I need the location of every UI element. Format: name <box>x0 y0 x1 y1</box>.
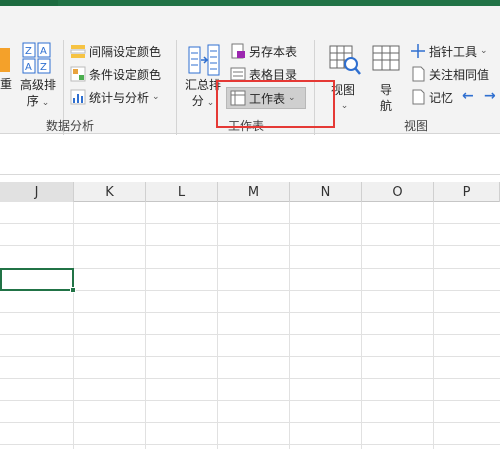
memory-button[interactable]: 记忆 <box>410 86 453 108</box>
svg-text:Z: Z <box>40 62 47 73</box>
stats-analysis-icon <box>70 89 86 105</box>
memory-label: 记忆 <box>429 90 454 105</box>
stats-analysis-label: 统计与分析 <box>89 90 150 105</box>
arrow-left-icon[interactable]: ← <box>462 88 474 104</box>
interval-color-icon <box>70 43 86 59</box>
navigate-icon <box>372 45 400 71</box>
column-header-j[interactable]: J <box>0 182 74 202</box>
annotation-highlight-box <box>216 80 335 128</box>
view-group-label: 视图 <box>404 119 429 133</box>
conditional-color-label: 条件设定颜色 <box>89 67 162 82</box>
svg-text:A: A <box>25 62 32 73</box>
column-headers: J K L M N O P <box>0 182 500 202</box>
save-sheet-label: 另存本表 <box>249 44 298 59</box>
data-analysis-group-label: 数据分析 <box>46 119 95 133</box>
advanced-sort-label-2: 序 ⌄ <box>26 94 50 108</box>
save-sheet-icon <box>230 43 246 59</box>
partial-left-label[interactable]: 重 <box>0 76 12 92</box>
conditional-color-icon <box>70 66 86 82</box>
column-header-m[interactable]: M <box>218 182 290 202</box>
svg-text:Z: Z <box>25 46 32 57</box>
memory-icon <box>410 89 426 105</box>
summary-sort-icon <box>188 44 220 76</box>
pointer-tool-icon <box>410 43 426 59</box>
stats-analysis-button[interactable]: 统计与分析 ⌄ <box>70 86 160 108</box>
column-header-l[interactable]: L <box>146 182 218 202</box>
interval-color-label: 间隔设定颜色 <box>89 44 162 59</box>
column-header-k[interactable]: K <box>74 182 146 202</box>
fill-handle[interactable] <box>70 287 76 293</box>
cell-grid[interactable] <box>0 202 500 449</box>
column-header-n[interactable]: N <box>290 182 362 202</box>
formula-bar-area <box>0 135 500 175</box>
advanced-sort-button[interactable]: 高级排 序 ⌄ <box>19 77 57 111</box>
advanced-sort-icon: Z A A Z <box>22 42 51 74</box>
save-sheet-button[interactable]: 另存本表 <box>230 40 297 62</box>
column-header-p[interactable]: P <box>434 182 500 202</box>
interval-color-button[interactable]: 间隔设定颜色 <box>70 40 161 62</box>
navigate-label-1: 导 <box>379 83 392 97</box>
column-header-o[interactable]: O <box>362 182 434 202</box>
partial-sort-icon <box>0 48 10 72</box>
same-value-button[interactable]: 关注相同值 <box>410 63 489 85</box>
view-icon <box>329 45 361 75</box>
same-value-label: 关注相同值 <box>429 67 490 82</box>
conditional-color-button[interactable]: 条件设定颜色 <box>70 63 161 85</box>
arrow-right-icon[interactable]: → <box>484 88 496 104</box>
pointer-tool-button[interactable]: 指针工具 ⌄ <box>410 40 488 62</box>
svg-text:A: A <box>40 46 47 57</box>
same-value-icon <box>410 66 426 82</box>
advanced-sort-label-1: 高级排 <box>19 78 56 92</box>
selected-cell[interactable] <box>0 268 74 291</box>
navigate-label-2: 航 <box>379 99 392 113</box>
navigate-button[interactable]: 导 航 <box>376 82 396 114</box>
pointer-tool-label: 指针工具 <box>429 44 478 59</box>
separator <box>176 40 177 135</box>
